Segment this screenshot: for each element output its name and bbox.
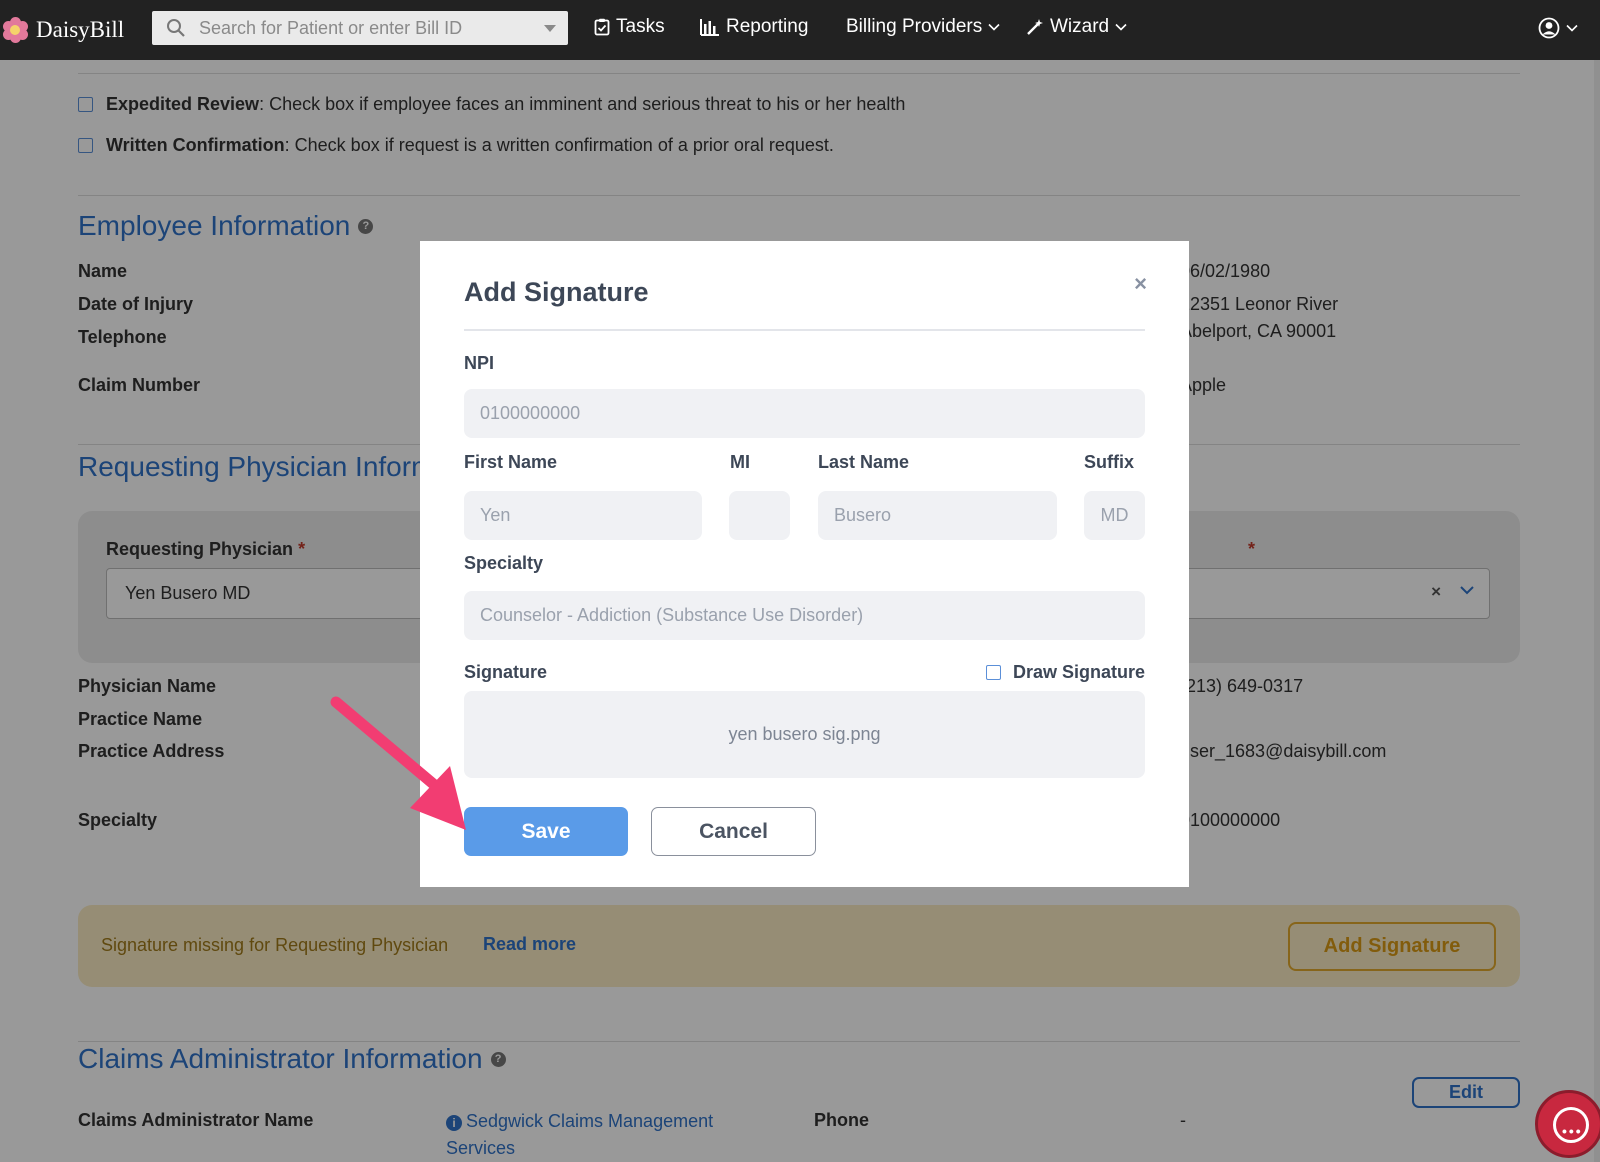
first-name-input[interactable]: Yen bbox=[464, 491, 702, 540]
bar-chart-icon bbox=[700, 19, 719, 36]
magic-wand-icon bbox=[1027, 19, 1043, 35]
nav-wizard-label: Wizard bbox=[1050, 16, 1110, 37]
nav-wizard[interactable]: Wizard bbox=[1026, 16, 1127, 38]
last-name-input[interactable]: Busero bbox=[818, 491, 1057, 540]
nav-reporting[interactable]: Reporting bbox=[700, 16, 808, 38]
nav-tasks[interactable]: Tasks bbox=[594, 16, 665, 38]
chevron-down-icon bbox=[988, 23, 1000, 31]
nav-billing-providers-label: Billing Providers bbox=[846, 16, 983, 37]
user-avatar-icon bbox=[1538, 17, 1560, 39]
cancel-button[interactable]: Cancel bbox=[651, 807, 816, 856]
search-icon bbox=[167, 19, 185, 37]
add-signature-modal: Add Signature × NPI 0100000000 First Nam… bbox=[420, 241, 1189, 887]
nav-billing-providers[interactable]: Billing Providers bbox=[846, 16, 1000, 38]
specialty-label: Specialty bbox=[464, 553, 544, 573]
mi-input[interactable] bbox=[729, 491, 790, 540]
suffix-input[interactable]: MD bbox=[1084, 491, 1145, 540]
last-name-label: Last Name bbox=[818, 452, 910, 472]
brand-logo[interactable]: DaisyBill bbox=[2, 17, 124, 43]
signature-label: Signature bbox=[464, 662, 548, 682]
draw-signature-checkbox[interactable] bbox=[986, 665, 1001, 680]
mi-label: MI bbox=[730, 452, 750, 472]
nav-tasks-label: Tasks bbox=[616, 16, 665, 37]
npi-label: NPI bbox=[464, 353, 495, 373]
signature-file-name: yen busero sig.png bbox=[728, 724, 881, 744]
brand-name: DaisyBill bbox=[36, 17, 125, 42]
specialty-input[interactable]: Counselor - Addiction (Substance Use Dis… bbox=[464, 591, 1145, 640]
chat-dots-icon: ••• bbox=[1562, 1123, 1583, 1139]
clipboard-check-icon bbox=[594, 18, 610, 36]
chevron-down-icon bbox=[1115, 23, 1127, 31]
modal-divider bbox=[464, 329, 1145, 331]
chat-support-button[interactable]: ••• bbox=[1535, 1090, 1600, 1158]
draw-signature-label: Draw Signature bbox=[1013, 662, 1146, 682]
signature-upload-area[interactable]: yen busero sig.png bbox=[464, 691, 1145, 778]
suffix-label: Suffix bbox=[1084, 452, 1135, 472]
search-dropdown-caret-icon[interactable] bbox=[544, 24, 556, 32]
draw-signature-toggle[interactable]: Draw Signature bbox=[986, 662, 1145, 683]
npi-input[interactable]: 0100000000 bbox=[464, 389, 1145, 438]
chevron-down-icon bbox=[1566, 24, 1578, 32]
top-navbar: DaisyBill Search for Patient or enter Bi… bbox=[0, 0, 1600, 60]
annotation-arrow-icon bbox=[330, 696, 466, 830]
search-placeholder: Search for Patient or enter Bill ID bbox=[199, 17, 463, 38]
patient-search-input[interactable]: Search for Patient or enter Bill ID bbox=[152, 11, 568, 45]
daisy-logo-icon bbox=[2, 17, 28, 43]
user-menu[interactable] bbox=[1538, 17, 1578, 39]
nav-reporting-label: Reporting bbox=[726, 16, 809, 37]
first-name-label: First Name bbox=[464, 452, 558, 472]
modal-title: Add Signature bbox=[464, 277, 649, 307]
close-icon[interactable]: × bbox=[1134, 271, 1147, 297]
